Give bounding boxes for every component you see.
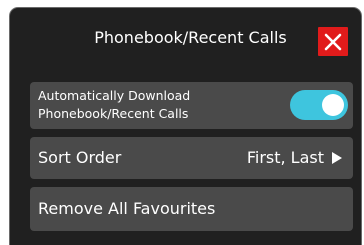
sort-order-label: Sort Order — [38, 148, 122, 167]
sort-order-setting[interactable]: Sort Order First, Last — [30, 137, 353, 179]
auto-download-toggle[interactable] — [290, 90, 348, 120]
close-button[interactable] — [318, 27, 348, 56]
sort-order-value-group: First, Last — [247, 147, 343, 169]
remove-all-favourites-label: Remove All Favourites — [38, 199, 216, 218]
auto-download-label: Automatically Download Phonebook/Recent … — [38, 88, 191, 121]
remove-all-favourites-button[interactable]: Remove All Favourites — [30, 187, 353, 231]
sort-order-value: First, Last — [246, 148, 324, 167]
page-title: Phonebook/Recent Calls — [94, 28, 287, 47]
screen: Phonebook/Recent Calls Automatically Dow… — [0, 0, 364, 245]
toggle-knob — [322, 94, 344, 116]
close-icon — [324, 33, 342, 50]
play-right-icon — [332, 152, 342, 164]
auto-download-setting[interactable]: Automatically Download Phonebook/Recent … — [30, 82, 353, 129]
